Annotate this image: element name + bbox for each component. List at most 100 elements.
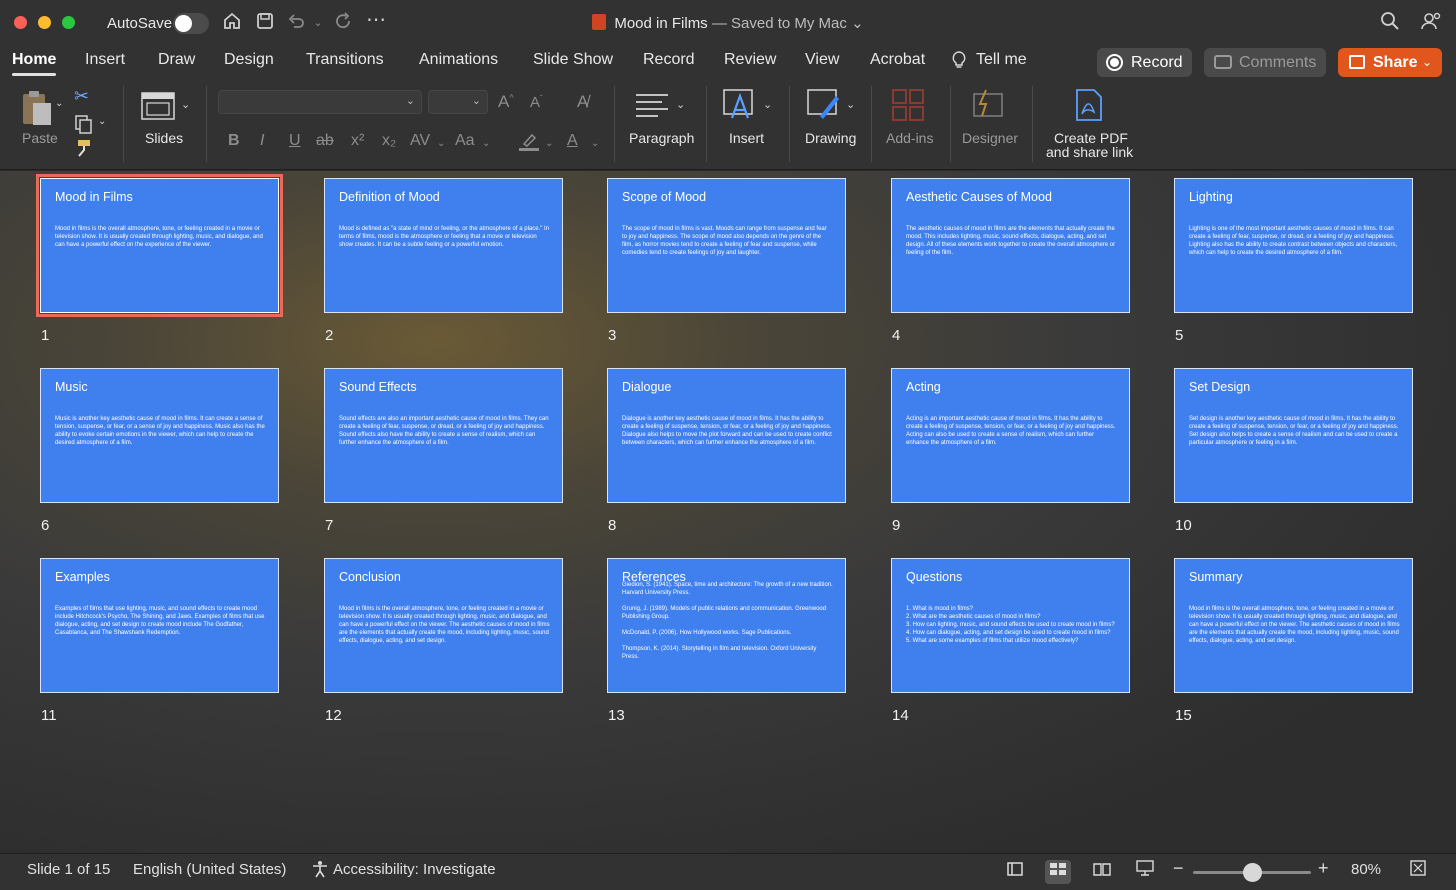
slide-thumbnail[interactable]: Dialogue Dialogue is another key aestheti… — [607, 368, 846, 503]
shrink-font-icon[interactable]: Aˇ — [530, 94, 543, 111]
slide-number: 9 — [892, 517, 901, 534]
change-case-button[interactable]: Aa — [455, 132, 475, 150]
designer-icon[interactable] — [970, 86, 1006, 127]
slide-thumbnail[interactable]: Examples Examples of films that use light… — [40, 558, 279, 693]
comment-icon — [1214, 55, 1232, 69]
search-icon[interactable] — [1379, 11, 1401, 35]
slide-thumbnail[interactable]: Sound Effects Sound effects are also an i… — [324, 368, 563, 503]
comments-button[interactable]: Comments — [1204, 48, 1326, 77]
zoom-slider-thumb[interactable] — [1242, 863, 1262, 882]
slide-body-text: The aesthetic causes of mood in films ar… — [906, 226, 1116, 256]
slide-thumbnail[interactable]: Questions 1. What is mood in films? 2. Wh… — [891, 558, 1130, 693]
character-spacing-button[interactable]: AV — [410, 132, 430, 150]
drawing-label: Drawing — [805, 130, 857, 146]
spacing-chevron-icon[interactable]: ⌄ — [437, 138, 445, 149]
paste-icon[interactable] — [18, 88, 54, 128]
drawing-chevron-icon[interactable]: ⌄ — [846, 98, 855, 111]
tab-insert[interactable]: Insert — [85, 51, 125, 69]
tab-design[interactable]: Design — [224, 51, 274, 69]
tab-slide-show[interactable]: Slide Show — [533, 51, 613, 69]
slide-body-text: Lighting is one of the most important ae… — [1189, 226, 1398, 256]
fit-to-window-icon[interactable] — [1405, 860, 1431, 884]
paragraph-icon[interactable] — [634, 92, 670, 123]
accessibility-icon[interactable] — [311, 860, 329, 882]
ribbon-separator — [206, 86, 207, 162]
italic-button[interactable]: I — [260, 132, 264, 150]
tab-animations[interactable]: Animations — [419, 51, 498, 69]
slide-thumbnail[interactable]: Aesthetic Causes of Mood The aesthetic ca… — [891, 178, 1130, 313]
tab-draw[interactable]: Draw — [158, 51, 195, 69]
bold-button[interactable]: B — [228, 132, 240, 150]
paste-chevron-icon[interactable]: ⌄ — [55, 98, 63, 109]
insert-chevron-icon[interactable]: ⌄ — [763, 98, 772, 111]
superscript-button[interactable]: x² — [351, 132, 364, 150]
slide-show-view-icon[interactable] — [1132, 860, 1158, 884]
slide-body-text: Mood in films is the overall atmosphere,… — [55, 226, 263, 248]
slide-title: Summary — [1189, 570, 1243, 584]
drawing-icon[interactable] — [806, 86, 842, 127]
slide-sorter-view-icon[interactable] — [1045, 860, 1071, 884]
slide-title: Questions — [906, 570, 963, 584]
add-ins-icon[interactable] — [891, 88, 925, 127]
new-slide-icon[interactable] — [141, 92, 175, 125]
tab-view[interactable]: View — [805, 51, 839, 69]
insert-text-icon[interactable] — [722, 86, 758, 127]
slide-thumbnail[interactable]: Lighting Lighting is one of the most impo… — [1174, 178, 1413, 313]
underline-button[interactable]: U — [289, 132, 301, 150]
case-chevron-icon[interactable]: ⌄ — [482, 138, 490, 149]
reading-view-icon[interactable] — [1089, 860, 1115, 884]
slide-body-text: Mood in films is the overall atmosphere,… — [1189, 606, 1400, 644]
highlight-chevron-icon[interactable]: ⌄ — [545, 138, 553, 149]
ribbon-separator — [614, 86, 615, 162]
font-name-input[interactable]: ⌄ — [218, 90, 422, 114]
slide-thumbnail[interactable]: Music Music is another key aesthetic caus… — [40, 368, 279, 503]
record-button[interactable]: Record — [1097, 48, 1192, 77]
slide-thumbnail[interactable]: Summary Mood in films is the overall atmo… — [1174, 558, 1413, 693]
slide-thumbnail[interactable]: Set Design Set design is another key aest… — [1174, 368, 1413, 503]
font-size-input[interactable]: ⌄ — [428, 90, 488, 114]
slide-thumbnail[interactable]: Mood in Films Mood in films is the overal… — [36, 174, 283, 317]
format-painter-icon[interactable] — [74, 138, 94, 163]
slide-body-text: Mood in films is the overall atmosphere,… — [339, 606, 550, 644]
tab-review[interactable]: Review — [724, 51, 776, 69]
slide-thumbnail[interactable]: References Giedion, S. (1941). Space, tim… — [607, 558, 846, 693]
tab-transitions[interactable]: Transitions — [306, 51, 384, 69]
zoom-percentage[interactable]: 80% — [1351, 861, 1381, 878]
slide-thumbnail[interactable]: Acting Acting is an important aesthetic c… — [891, 368, 1130, 503]
document-title[interactable]: Mood in Films — Saved to My Mac ⌄ — [0, 14, 1456, 32]
slides-chevron-icon[interactable]: ⌄ — [181, 98, 190, 111]
share-people-icon[interactable] — [1419, 11, 1443, 35]
copy-icon[interactable] — [74, 114, 94, 139]
slide-thumbnail[interactable]: Scope of Mood The scope of mood in films … — [607, 178, 846, 313]
accessibility-status[interactable]: Accessibility: Investigate — [333, 861, 496, 878]
tab-record[interactable]: Record — [643, 51, 695, 69]
share-button[interactable]: Share ⌄ — [1338, 48, 1442, 77]
language-status[interactable]: English (United States) — [133, 861, 286, 878]
zoom-slider[interactable] — [1193, 863, 1311, 882]
paragraph-chevron-icon[interactable]: ⌄ — [676, 98, 685, 111]
normal-view-icon[interactable] — [1002, 860, 1028, 884]
highlight-icon[interactable] — [518, 132, 540, 157]
paste-label: Paste — [22, 130, 58, 146]
font-color-chevron-icon[interactable]: ⌄ — [591, 138, 599, 149]
zoom-in-button[interactable]: + — [1318, 858, 1329, 879]
tell-me-search[interactable]: Tell me — [976, 51, 1027, 69]
slide-body-text: Music is another key aesthetic cause of … — [55, 416, 265, 446]
acrobat-pdf-icon[interactable] — [1074, 88, 1104, 127]
cut-scissors-icon[interactable]: ✂ — [74, 86, 89, 107]
slide-thumbnail[interactable]: Conclusion Mood in films is the overall a… — [324, 558, 563, 693]
tab-acrobat[interactable]: Acrobat — [870, 51, 925, 69]
document-name: Mood in Films — [614, 15, 708, 32]
subscript-button[interactable]: x₂ — [382, 132, 396, 150]
slide-title: Scope of Mood — [622, 190, 707, 204]
copy-chevron-icon[interactable]: ⌄ — [98, 116, 106, 127]
slide-number: 6 — [41, 517, 50, 534]
strikethrough-button[interactable]: ab — [316, 132, 334, 150]
zoom-out-button[interactable]: − — [1173, 858, 1184, 879]
slide-number: 2 — [325, 327, 334, 344]
clear-formatting-icon[interactable]: A̸ — [577, 92, 588, 112]
tab-home[interactable]: Home — [12, 51, 57, 76]
slide-thumbnail[interactable]: Definition of Mood Mood is defined as "a … — [324, 178, 563, 313]
font-color-button[interactable]: A — [567, 132, 578, 150]
grow-font-icon[interactable]: A^ — [498, 92, 514, 112]
